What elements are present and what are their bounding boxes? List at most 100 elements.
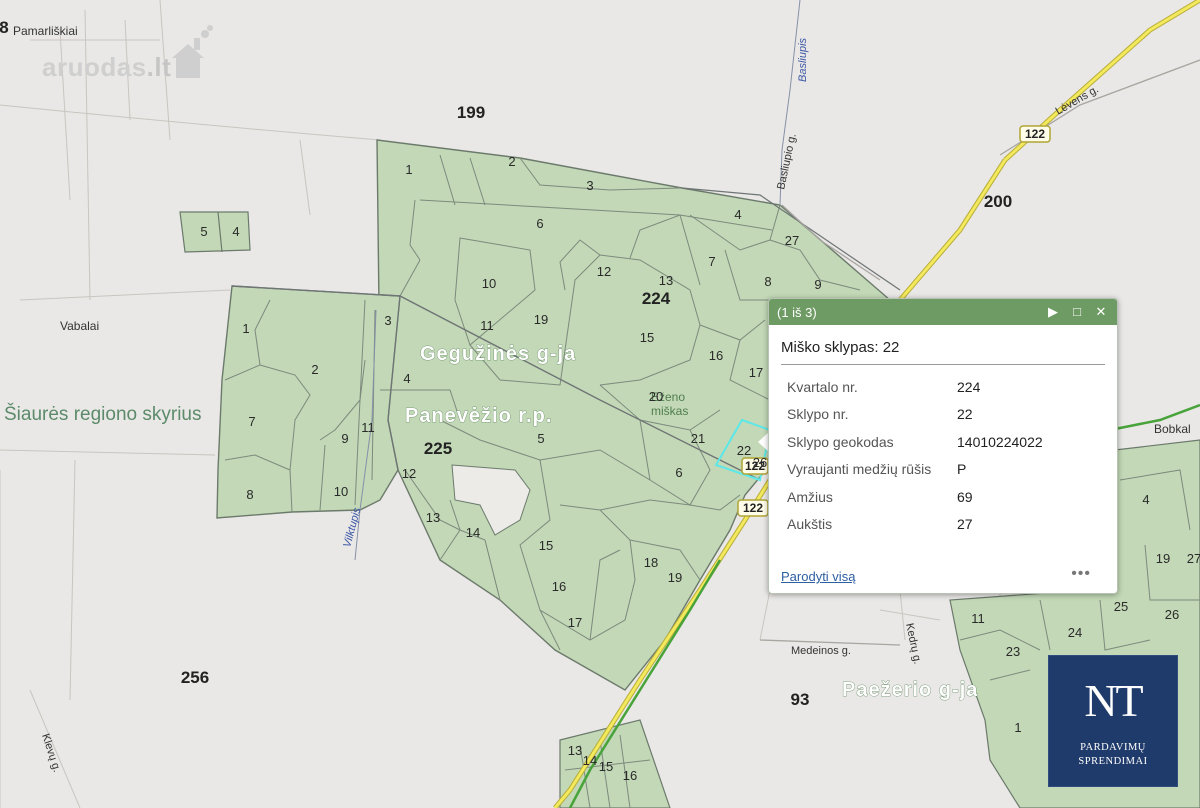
svg-text:10: 10 — [482, 276, 496, 291]
stream-basliupis: Basliupis — [797, 37, 809, 82]
svg-text:19: 19 — [534, 312, 548, 327]
svg-text:5: 5 — [200, 224, 207, 239]
field-value: 224 — [957, 378, 981, 395]
street-medeinos: Medeinos g. — [791, 645, 851, 657]
popup-title: Miško sklypas: 22 — [781, 339, 1105, 365]
table-row: Aukštis 27 — [787, 511, 1043, 539]
svg-text:1: 1 — [405, 162, 412, 177]
svg-text:3: 3 — [586, 178, 593, 193]
svg-text:21: 21 — [691, 431, 705, 446]
svg-text:22: 22 — [737, 443, 751, 458]
maximize-icon[interactable]: □ — [1069, 304, 1085, 320]
svg-text:18: 18 — [644, 555, 658, 570]
svg-text:17: 17 — [568, 615, 582, 630]
svg-text:24: 24 — [1068, 625, 1082, 640]
svg-text:19: 19 — [1156, 551, 1170, 566]
attribute-table: Kvartalo nr. 224 Sklypo nr. 22 Sklypo geok… — [787, 373, 1043, 538]
svg-text:5: 5 — [537, 431, 544, 446]
logo-mark: NT — [1084, 675, 1143, 726]
svg-text:3: 3 — [384, 313, 391, 328]
svg-text:11: 11 — [361, 420, 375, 435]
village-bobkal: Bobkal — [1154, 422, 1191, 436]
svg-text:15: 15 — [539, 538, 553, 553]
road-shield-122-b: 122 — [737, 499, 769, 517]
svg-text:9: 9 — [814, 277, 821, 292]
svg-text:6: 6 — [675, 465, 682, 480]
road-number-label: 122 — [1025, 127, 1045, 141]
show-all-link[interactable]: Parodyti visą — [781, 569, 855, 584]
svg-text:2: 2 — [311, 362, 318, 377]
region-label-geguzines: Gegužinės g-ja — [420, 343, 576, 365]
svg-text:7: 7 — [248, 414, 255, 429]
svg-text:8: 8 — [764, 274, 771, 289]
field-label: Kvartalo nr. — [787, 378, 858, 395]
svg-text:19: 19 — [668, 570, 682, 585]
svg-text:14: 14 — [466, 525, 480, 540]
nt-logo: NT PARDAVIMŲ SPRENDIMAI — [1048, 655, 1178, 787]
quarter-8-label: 8 — [0, 18, 9, 37]
field-label: Aukštis — [787, 516, 833, 533]
close-icon[interactable]: ✕ — [1093, 304, 1109, 320]
watermark-name: aruodas — [42, 52, 147, 82]
watermark: aruodas.lt — [42, 52, 171, 83]
village-pamarliskiai: Pamarliškiai — [13, 24, 78, 38]
popup-header: (1 iš 3) ▶ □ ✕ — [769, 299, 1117, 325]
info-popup: (1 iš 3) ▶ □ ✕ Miško sklypas: 22 Kvartal… — [768, 298, 1118, 594]
svg-text:11: 11 — [971, 611, 985, 626]
svg-text:26: 26 — [1165, 607, 1179, 622]
svg-text:25: 25 — [1114, 599, 1128, 614]
table-row: Sklypo nr. 22 — [787, 401, 1043, 429]
quarter-93-label: 93 — [791, 690, 810, 709]
village-vabalai: Vabalai — [60, 319, 99, 333]
svg-text:11: 11 — [480, 318, 494, 333]
forest-name-line2: miškas — [651, 404, 688, 418]
field-label: Amžius — [787, 488, 833, 505]
svg-text:16: 16 — [623, 768, 637, 783]
road-shield-122-a: 122 — [1019, 125, 1051, 143]
svg-text:7: 7 — [708, 254, 715, 269]
svg-text:8: 8 — [246, 487, 253, 502]
svg-text:4: 4 — [403, 371, 410, 386]
region-label-paezerio: Paežerio g-ja — [842, 679, 978, 701]
svg-text:13: 13 — [659, 273, 673, 288]
svg-text:10: 10 — [334, 484, 348, 499]
svg-text:4: 4 — [734, 207, 741, 222]
field-value: 69 — [957, 488, 973, 505]
field-value: P — [957, 461, 967, 478]
watermark-domain: .lt — [146, 52, 172, 82]
svg-text:4: 4 — [1142, 492, 1149, 507]
svg-text:13: 13 — [426, 510, 440, 525]
quarter-199-label: 199 — [457, 103, 485, 122]
quarter-200-label: 200 — [984, 192, 1012, 211]
road-number-label: 122 — [743, 501, 763, 515]
popup-paging: (1 iš 3) — [777, 304, 817, 320]
svg-text:12: 12 — [402, 466, 416, 481]
region-label-panevezio: Panevėžio r.p. — [405, 405, 552, 427]
svg-text:1: 1 — [1014, 720, 1021, 735]
svg-text:27: 27 — [785, 233, 799, 248]
field-value: 27 — [957, 516, 973, 533]
logo-line2: SPRENDIMAI — [1078, 756, 1148, 767]
svg-text:15: 15 — [640, 330, 654, 345]
svg-text:16: 16 — [709, 348, 723, 363]
table-row: Vyraujanti medžių rūšis P — [787, 456, 1043, 484]
svg-text:1: 1 — [242, 321, 249, 336]
svg-text:16: 16 — [552, 579, 566, 594]
table-row: Sklypo geokodas 14010224022 — [787, 428, 1043, 456]
svg-text:17: 17 — [749, 365, 763, 380]
field-label: Vyraujanti medžių rūšis — [787, 461, 932, 478]
quarter-256-label: 256 — [181, 668, 209, 687]
field-value: 14010224022 — [957, 433, 1043, 450]
svg-text:12: 12 — [597, 264, 611, 279]
svg-text:14: 14 — [583, 753, 597, 768]
field-value: 22 — [957, 406, 973, 423]
region-label-siaures: Šiaurės regiono skyrius — [4, 403, 201, 425]
svg-text:20: 20 — [649, 389, 663, 404]
svg-text:27: 27 — [1187, 551, 1200, 566]
table-row: Amžius 69 — [787, 483, 1043, 511]
svg-text:26: 26 — [753, 455, 767, 470]
svg-text:23: 23 — [1006, 644, 1020, 659]
next-icon[interactable]: ▶ — [1045, 304, 1061, 320]
field-label: Sklypo nr. — [787, 406, 849, 423]
more-options-icon[interactable]: ••• — [1071, 565, 1091, 583]
